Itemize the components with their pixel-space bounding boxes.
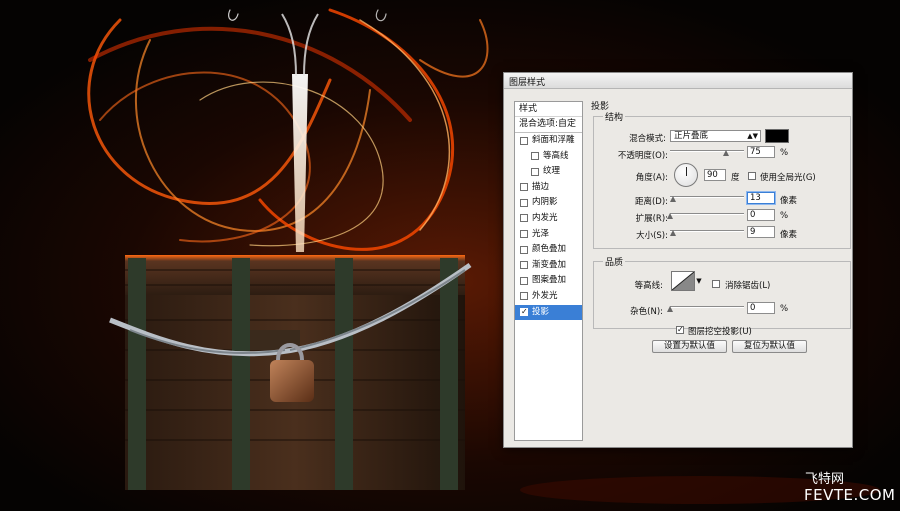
knockout-label: 图层挖空投影(U) [688, 327, 752, 337]
opacity-label: 不透明度(O): [617, 151, 668, 161]
angle-input[interactable]: 90 [704, 169, 726, 181]
blending-options-item[interactable]: 混合选项:自定 [515, 117, 582, 133]
spread-label: 扩展(R): [635, 214, 668, 224]
watermark-en: FEVTE.COM [804, 486, 896, 504]
knockout-checkbox[interactable]: ✓ [676, 326, 684, 334]
style-item[interactable]: 外发光 [515, 289, 582, 305]
style-item-label: 等高线 [543, 150, 569, 161]
style-item-checkbox[interactable] [520, 136, 528, 145]
opacity-unit: % [780, 148, 789, 158]
spread-input[interactable]: 0 [747, 209, 775, 221]
style-item[interactable]: 内发光 [515, 211, 582, 227]
contour-label: 等高线: [634, 281, 663, 291]
style-item-label: 描边 [532, 181, 550, 192]
style-item-checkbox[interactable] [520, 292, 528, 301]
size-label: 大小(S): [636, 231, 668, 241]
style-item-label: 内阴影 [532, 197, 558, 208]
size-unit: 像素 [780, 230, 798, 240]
drop-shadow-settings: 投影 结构 混合模式: 正片叠底 ▲▼ 不透明度(O): 75 % 角度(A):… [591, 99, 853, 444]
style-item-label: 颜色叠加 [532, 244, 567, 255]
styles-list: 样式 混合选项:自定 斜面和浮雕等高线纹理描边内阴影内发光光泽颜色叠加渐变叠加图… [514, 101, 583, 441]
style-item-checkbox[interactable] [520, 230, 528, 239]
styles-header[interactable]: 样式 [515, 102, 582, 117]
style-item[interactable]: 渐变叠加 [515, 258, 582, 274]
style-item-checkbox[interactable]: ✓ [520, 308, 528, 317]
distance-input[interactable]: 13 [747, 192, 775, 204]
style-item[interactable]: 斜面和浮雕 [515, 133, 582, 149]
style-item-label: 渐变叠加 [532, 259, 567, 270]
blend-mode-label: 混合模式: [629, 134, 666, 144]
spread-slider-thumb[interactable] [667, 213, 673, 219]
angle-label: 角度(A): [635, 173, 668, 183]
style-item-label: 光泽 [532, 228, 550, 239]
spread-unit: % [780, 211, 789, 221]
opacity-input[interactable]: 75 [747, 146, 775, 158]
style-item-label: 内发光 [532, 212, 558, 223]
style-item-checkbox[interactable] [520, 276, 528, 285]
style-item-label: 斜面和浮雕 [532, 135, 575, 145]
style-items: 斜面和浮雕等高线纹理描边内阴影内发光光泽颜色叠加渐变叠加图案叠加外发光 ✓ 投影 [515, 133, 582, 321]
noise-slider-thumb[interactable] [667, 306, 673, 312]
distance-slider-thumb[interactable] [669, 196, 676, 202]
angle-unit: 度 [731, 173, 740, 183]
style-item-label: 图案叠加 [532, 275, 567, 286]
reset-default-button[interactable]: 复位为默认值 [732, 340, 807, 353]
style-item-label: 纹理 [543, 166, 561, 177]
antialias-checkbox[interactable] [712, 280, 720, 288]
style-item[interactable]: 颜色叠加 [515, 242, 582, 258]
style-item-checkbox[interactable] [520, 198, 528, 207]
global-light-checkbox[interactable] [748, 172, 756, 180]
global-light-label: 使用全局光(G) [760, 173, 816, 183]
size-input[interactable]: 9 [747, 226, 775, 238]
angle-needle [686, 167, 687, 176]
size-slider-thumb[interactable] [669, 230, 676, 236]
chevron-down-icon: ▲▼ [747, 132, 758, 140]
blend-mode-value: 正片叠底 [674, 131, 709, 141]
shadow-color-swatch[interactable] [765, 129, 789, 143]
distance-unit: 像素 [780, 196, 798, 206]
noise-label: 杂色(N): [630, 307, 663, 317]
style-item[interactable]: 内阴影 [515, 195, 582, 211]
opacity-slider[interactable] [670, 146, 744, 156]
size-slider[interactable] [669, 226, 744, 236]
spread-slider[interactable] [667, 209, 744, 219]
style-item-checkbox[interactable] [531, 167, 539, 176]
style-item-checkbox[interactable] [520, 214, 528, 223]
contour-picker[interactable] [671, 271, 695, 291]
style-item-checkbox[interactable] [520, 245, 528, 254]
layer-style-dialog: 图层样式 样式 混合选项:自定 斜面和浮雕等高线纹理描边内阴影内发光光泽颜色叠加… [503, 72, 853, 448]
set-default-button[interactable]: 设置为默认值 [652, 340, 727, 353]
style-item[interactable]: 等高线 [515, 149, 582, 165]
noise-input[interactable]: 0 [747, 302, 775, 314]
style-item-checkbox[interactable] [520, 261, 528, 270]
style-item[interactable]: 光泽 [515, 227, 582, 243]
style-item[interactable]: ✓ 投影 [515, 304, 582, 321]
antialias-label: 消除锯齿(L) [725, 281, 771, 291]
blend-mode-select[interactable]: 正片叠底 ▲▼ [670, 130, 761, 142]
style-item[interactable]: 纹理 [515, 164, 582, 180]
quality-legend: 品质 [603, 255, 626, 268]
distance-slider[interactable] [669, 192, 744, 202]
style-item-label: 投影 [532, 306, 550, 317]
opacity-slider-thumb[interactable] [722, 150, 729, 156]
style-item-checkbox[interactable] [520, 183, 528, 192]
noise-slider[interactable] [667, 302, 744, 312]
noise-unit: % [780, 304, 789, 314]
quality-group [593, 261, 851, 329]
angle-dial[interactable] [674, 163, 698, 187]
style-item-label: 外发光 [532, 290, 558, 301]
style-item-checkbox[interactable] [531, 152, 539, 161]
contour-dropdown-arrow-icon[interactable]: ▼ [696, 271, 702, 291]
distance-label: 距离(D): [634, 197, 668, 207]
structure-legend: 结构 [603, 110, 626, 123]
style-item[interactable]: 图案叠加 [515, 273, 582, 289]
dialog-title: 图层样式 [509, 78, 546, 88]
contour-curve-icon [671, 271, 695, 291]
watermark-cn: 飞特网 [805, 472, 845, 487]
style-item[interactable]: 描边 [515, 180, 582, 196]
dialog-titlebar[interactable]: 图层样式 [504, 73, 852, 89]
